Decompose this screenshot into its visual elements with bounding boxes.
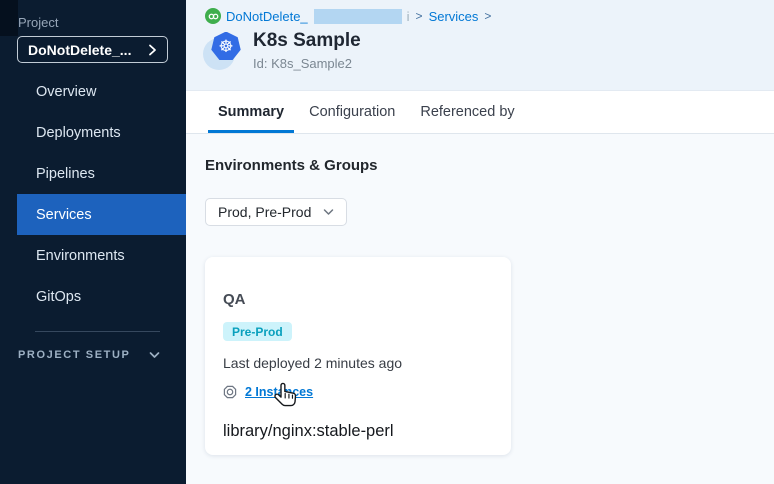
breadcrumb-project-link[interactable]: DoNotDelete_ (226, 9, 308, 24)
app-window: Project DoNotDelete_... Overview Deploym… (0, 0, 774, 484)
project-setup-label: PROJECT SETUP (18, 349, 131, 361)
section-title: Environments & Groups (205, 157, 774, 174)
breadcrumb-separator: > (483, 9, 492, 23)
sidebar-item-label: Deployments (36, 125, 121, 141)
tab-configuration[interactable]: Configuration (299, 91, 405, 133)
environment-card-qa: QA Pre-Prod Last deployed 2 minutes ago … (205, 257, 511, 455)
sidebar-item-label: Services (36, 207, 92, 223)
instances-icon (223, 385, 237, 399)
page-title: K8s Sample (253, 30, 361, 52)
project-setup-toggle[interactable]: PROJECT SETUP (0, 345, 160, 365)
tab-summary[interactable]: Summary (208, 91, 294, 133)
tabs-bar: Summary Configuration Referenced by (186, 91, 774, 134)
sidebar-nav: Overview Deployments Pipelines Services … (0, 71, 186, 317)
environment-filter-value: Prod, Pre-Prod (218, 204, 311, 220)
breadcrumb-separator: > (415, 9, 424, 23)
infinity-icon (208, 13, 219, 20)
instances-row: 2 Instances (223, 385, 493, 399)
helm-wheel-glyph: ☸ (218, 38, 233, 55)
text-selection-highlight (314, 9, 402, 24)
sidebar-divider (35, 331, 160, 332)
page-header: DoNotDelete_ i > Services > ☸ K8s Sample… (186, 0, 774, 91)
breadcrumb-services-link[interactable]: Services (429, 9, 479, 24)
service-header: ☸ K8s Sample Id: K8s_Sample2 (203, 30, 774, 71)
project-label: Project (0, 0, 186, 30)
environment-type-badge: Pre-Prod (223, 322, 292, 341)
main-panel: DoNotDelete_ i > Services > ☸ K8s Sample… (186, 0, 774, 484)
sidebar-item-label: Overview (36, 84, 96, 100)
environment-filter-dropdown[interactable]: Prod, Pre-Prod (205, 198, 347, 226)
chevron-right-icon (148, 44, 157, 56)
breadcrumb: DoNotDelete_ i > Services > (186, 0, 774, 24)
sidebar-item-overview[interactable]: Overview (17, 71, 186, 112)
instances-link[interactable]: 2 Instances (245, 385, 313, 399)
sidebar-item-label: Pipelines (36, 166, 95, 182)
sidebar-corner-block (0, 0, 18, 36)
summary-content: Environments & Groups Prod, Pre-Prod QA … (186, 134, 774, 484)
chevron-down-icon (149, 351, 160, 359)
chevron-down-icon (323, 208, 334, 216)
environment-name: QA (223, 291, 493, 308)
breadcrumb-redacted-suffix: i (407, 9, 410, 24)
sidebar-item-label: Environments (36, 248, 125, 264)
artifact-name: library/nginx:stable-perl (223, 422, 493, 441)
kubernetes-icon: ☸ (203, 32, 241, 70)
tab-referenced-by[interactable]: Referenced by (410, 91, 524, 133)
sidebar-item-gitops[interactable]: GitOps (17, 276, 186, 317)
project-selector-value: DoNotDelete_... (28, 42, 131, 58)
sidebar-item-label: GitOps (36, 289, 81, 305)
project-selector-dropdown[interactable]: DoNotDelete_... (17, 36, 168, 63)
sidebar: Project DoNotDelete_... Overview Deploym… (0, 0, 186, 484)
sidebar-item-environments[interactable]: Environments (17, 235, 186, 276)
service-id: Id: K8s_Sample2 (253, 56, 361, 71)
sidebar-item-deployments[interactable]: Deployments (17, 112, 186, 153)
last-deployed-text: Last deployed 2 minutes ago (223, 355, 493, 371)
project-icon (205, 8, 221, 24)
sidebar-item-services[interactable]: Services (17, 194, 186, 235)
service-title-block: K8s Sample Id: K8s_Sample2 (253, 30, 361, 71)
sidebar-item-pipelines[interactable]: Pipelines (17, 153, 186, 194)
